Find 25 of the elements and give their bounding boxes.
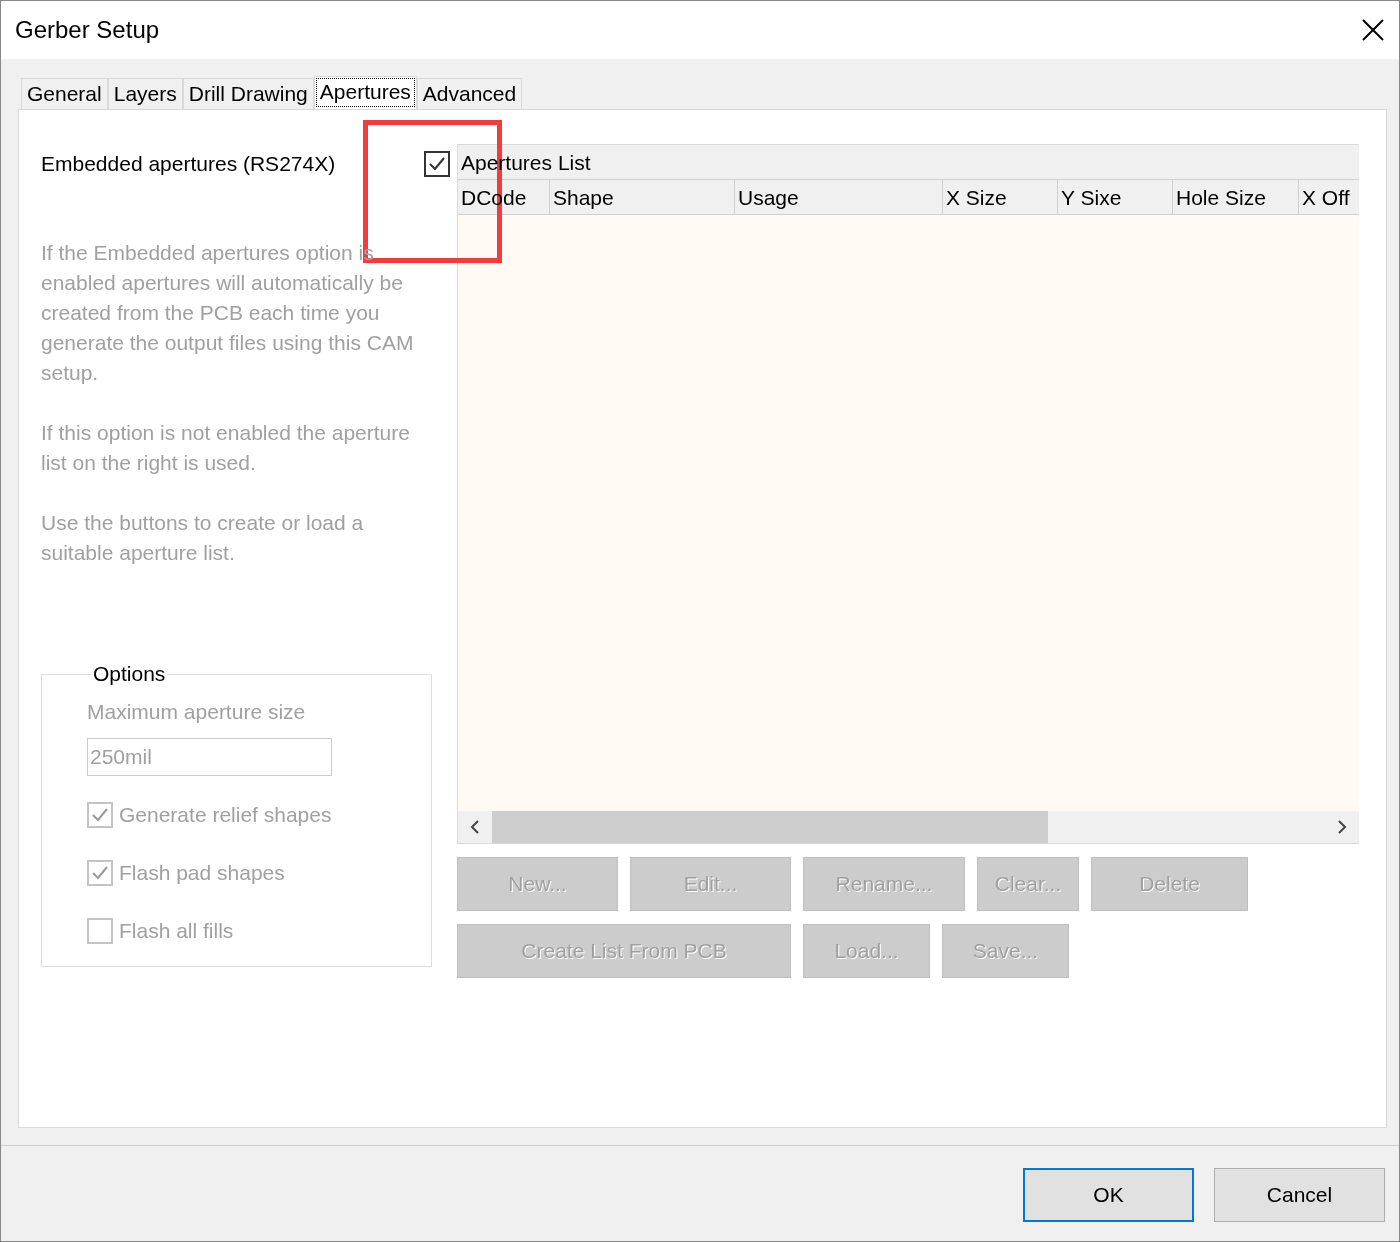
tab[interactable]: Layers [107, 78, 183, 109]
column-header[interactable]: X Off [1299, 180, 1359, 214]
column-header[interactable]: X Size [943, 180, 1058, 214]
checkbox-label: Generate relief shapes [119, 803, 332, 827]
tab[interactable]: General [21, 78, 108, 109]
checkbox[interactable] [424, 151, 450, 177]
window-title: Gerber Setup [15, 16, 160, 44]
tab[interactable]: Apertures [313, 76, 417, 109]
column-header[interactable]: Hole Size [1173, 180, 1299, 214]
group-title: Options [92, 662, 167, 686]
horizontal-scrollbar[interactable] [458, 811, 1359, 843]
help-text: If this option is not enabled the aperture list on the right is used. [41, 420, 411, 476]
close-icon [1361, 18, 1385, 42]
column-header[interactable]: Shape [550, 180, 735, 214]
dialog-button[interactable]: OK [1023, 1168, 1194, 1222]
checkbox-label: Embedded apertures (RS274X) [41, 152, 336, 176]
checkbox-label: Flash all fills [119, 919, 234, 943]
checkbox-label: Flash pad shapes [119, 861, 285, 885]
tab[interactable]: Advanced [416, 78, 523, 109]
help-text: Use the buttons to create or load a suitable aperture list. [41, 510, 365, 566]
dialog-button[interactable]: Cancel [1214, 1168, 1385, 1222]
column-header[interactable]: Y Sixe [1058, 180, 1173, 214]
field-label: Maximum aperture size [87, 700, 307, 724]
tab[interactable]: Drill Drawing [182, 78, 314, 109]
column-header[interactable]: Usage [735, 180, 943, 214]
